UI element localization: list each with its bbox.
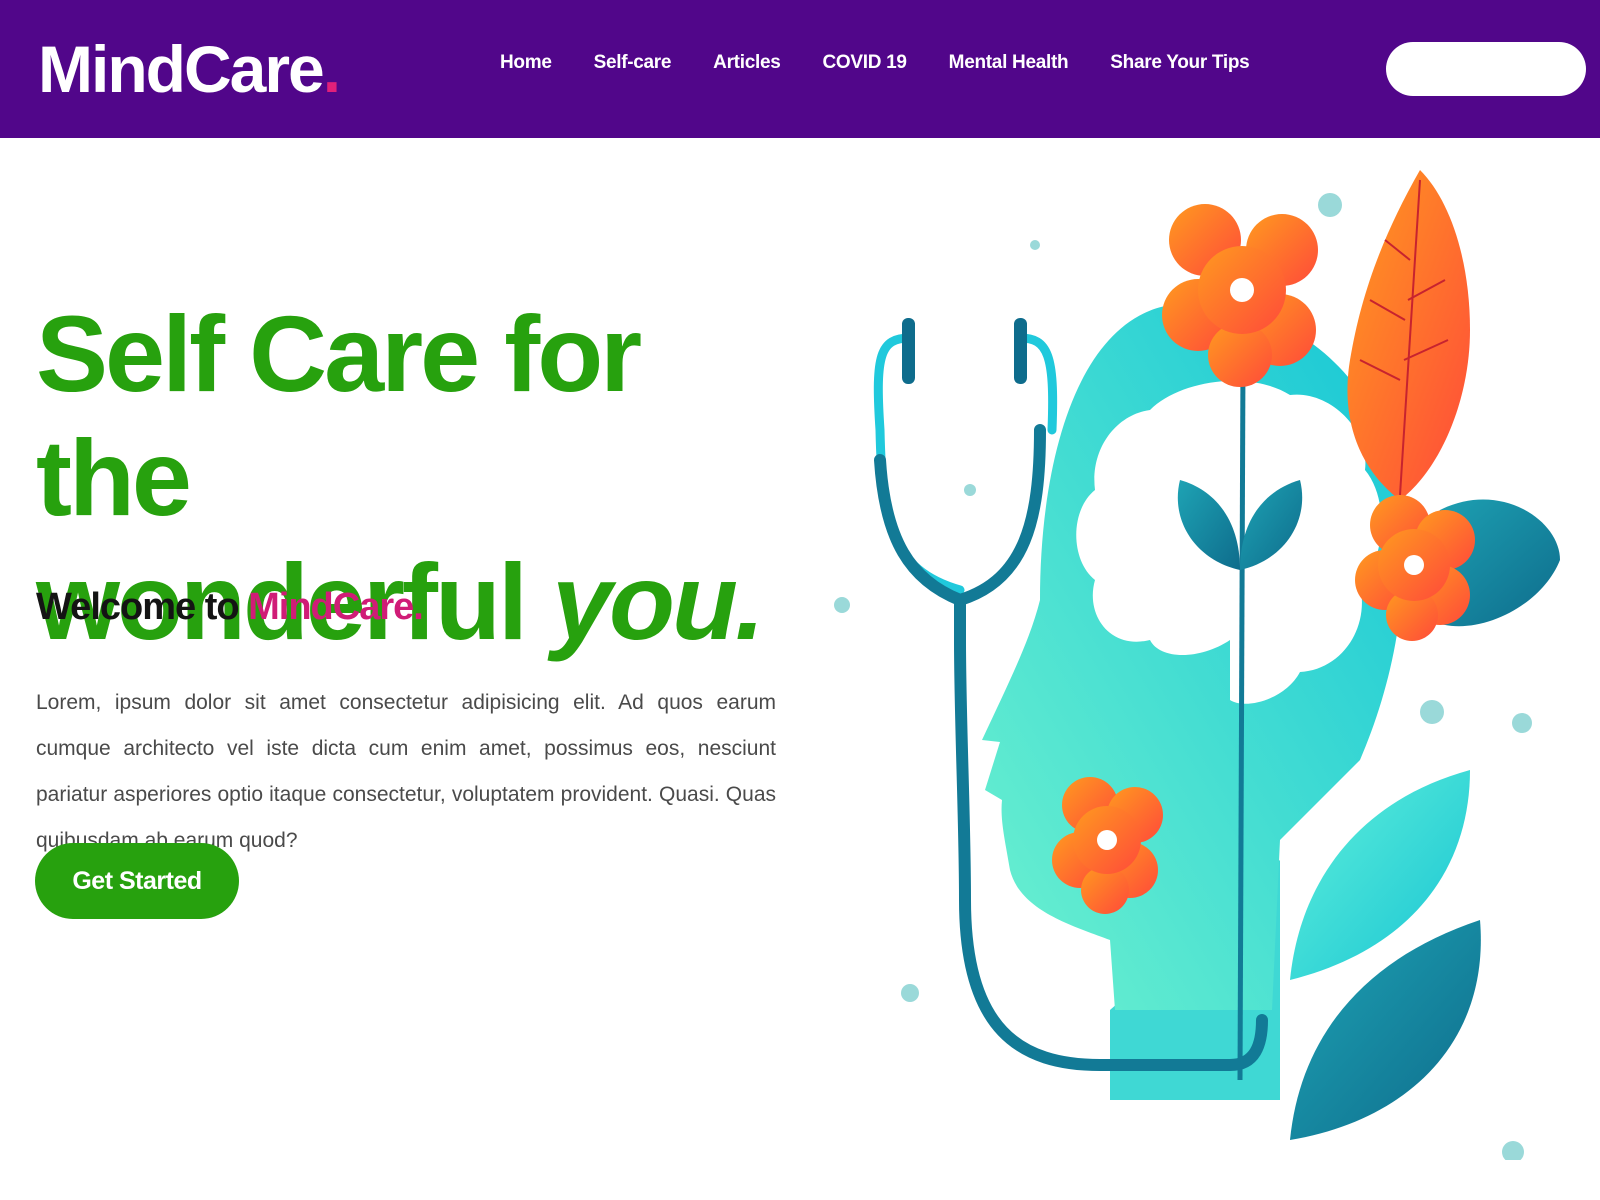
nav-link-articles[interactable]: Articles [713,52,781,74]
nav-link-home[interactable]: Home [500,52,552,74]
mental-health-illustration-icon [834,170,1560,1160]
welcome-prefix: Welcome to [36,586,249,628]
brand-logo[interactable]: MindCare. [38,30,341,108]
hero-description: Lorem, ipsum dolor sit amet consectetur … [36,691,776,852]
main-nav: Home Self-care Articles COVID 19 Mental … [500,52,1250,74]
nav-link-mental-health[interactable]: Mental Health [949,52,1069,74]
brand-logo-dot: . [322,32,341,106]
orange-leaf [1347,170,1470,500]
hero-title-emphasis: you. [551,541,765,662]
nav-link-share-your-tips[interactable]: Share Your Tips [1110,52,1249,74]
get-started-button[interactable]: Get Started [35,843,239,919]
nav-link-covid-19[interactable]: COVID 19 [822,52,906,74]
brand-logo-text: MindCare [38,32,325,106]
hero-title-line1: Self Care for the [36,293,642,538]
nav-link-self-care[interactable]: Self-care [594,52,672,74]
welcome-heading: Welcome to MindCare. [36,586,424,629]
search-input[interactable] [1386,42,1586,96]
plant-stem [1237,359,1246,1081]
top-navbar: MindCare. Home Self-care Articles COVID … [0,0,1600,138]
welcome-brand: MindCare. [248,586,424,628]
